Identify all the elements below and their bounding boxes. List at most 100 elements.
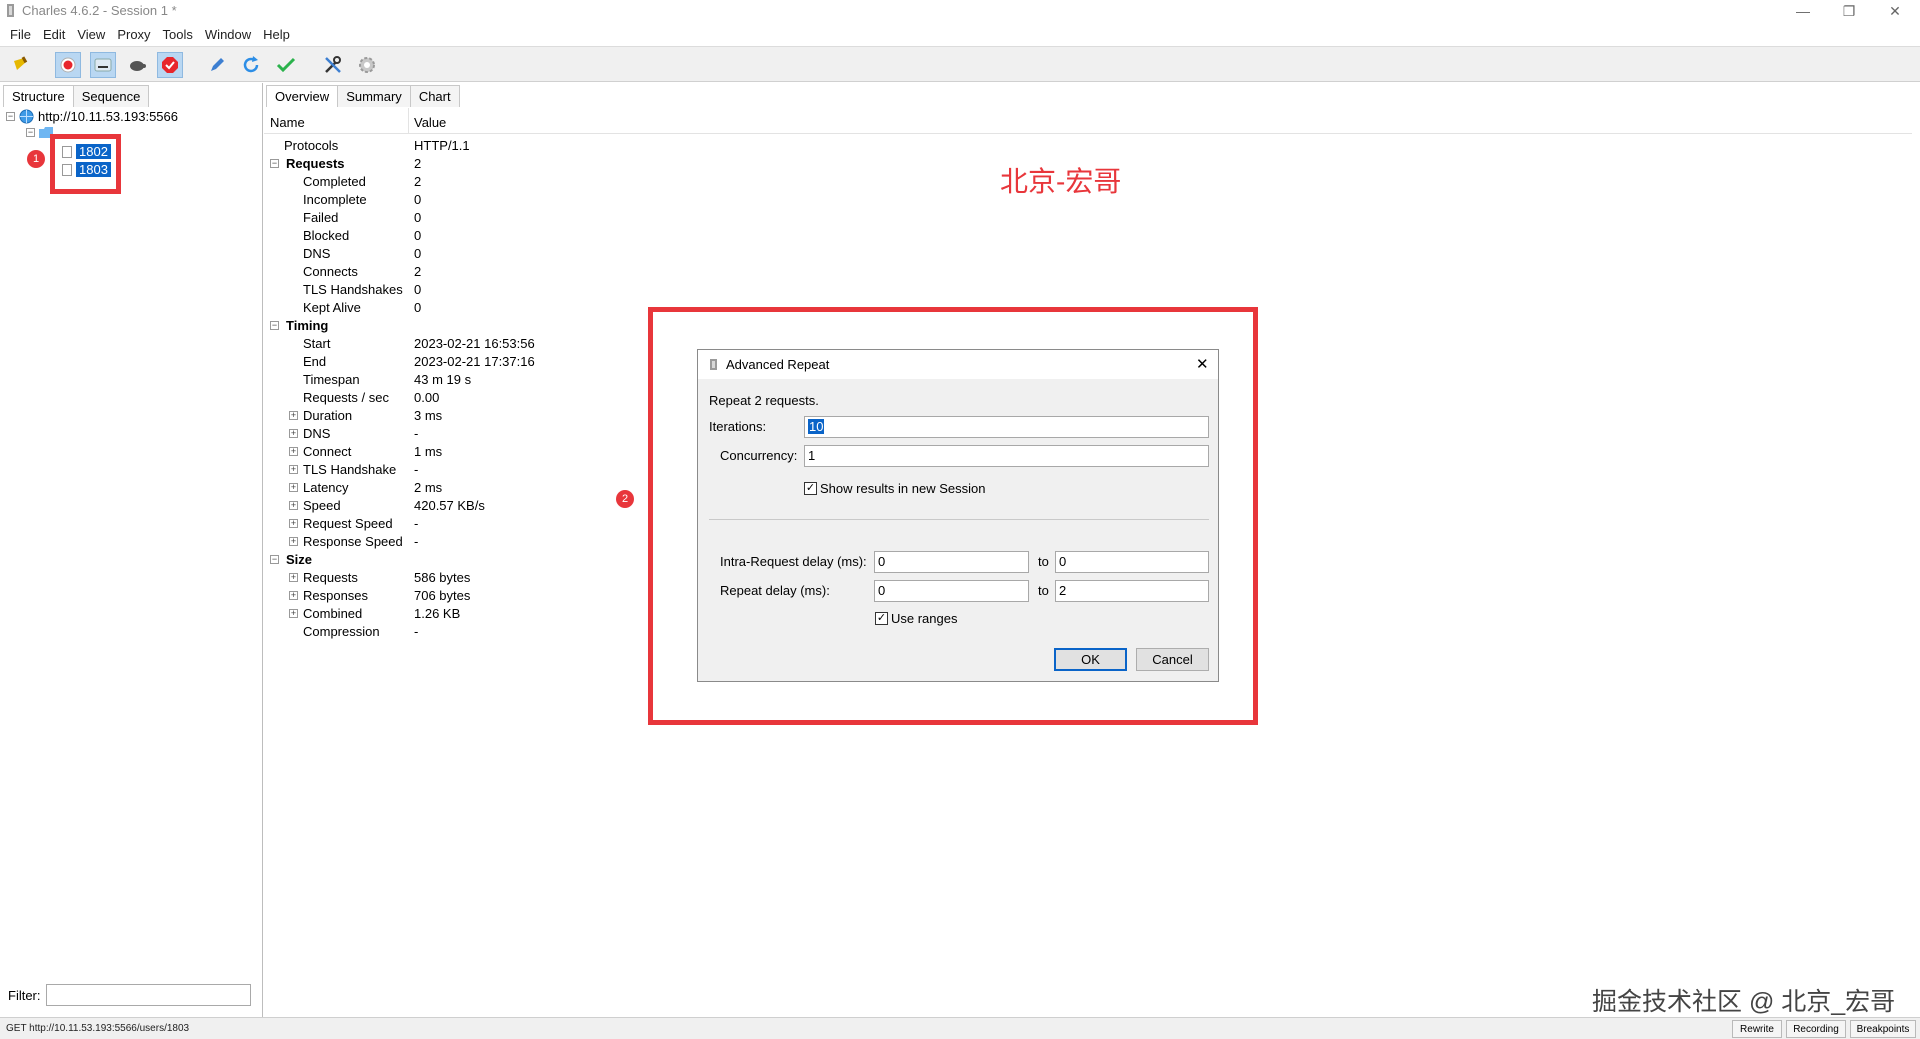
row-name: Requests / sec: [303, 390, 389, 405]
row-value: -: [414, 516, 419, 531]
expand-icon[interactable]: +: [289, 591, 298, 600]
row-name: Start: [303, 336, 331, 351]
row-value: 43 m 19 s: [414, 372, 472, 387]
row-value: 0.00: [414, 390, 440, 405]
repeat-delay-to-input[interactable]: 2: [1055, 580, 1209, 602]
row-name: TLS Handshake: [303, 462, 397, 477]
to-label: to: [1038, 554, 1049, 569]
row-name: Completed: [303, 174, 366, 189]
breakpoint-icon[interactable]: [157, 52, 183, 78]
menu-help[interactable]: Help: [257, 27, 296, 42]
host-label: http://10.11.53.193:5566: [38, 109, 178, 124]
repeat-icon[interactable]: [238, 52, 264, 78]
row-value: 420.57 KB/s: [414, 498, 485, 513]
expand-icon[interactable]: +: [289, 501, 298, 510]
intra-delay-from-input[interactable]: 0: [874, 551, 1029, 573]
toolbar: [0, 46, 1920, 82]
host-node[interactable]: − http://10.11.53.193:5566: [6, 109, 178, 124]
tab-summary[interactable]: Summary: [337, 85, 411, 107]
tab-overview[interactable]: Overview: [266, 85, 339, 107]
row-name: DNS: [303, 426, 331, 441]
row-value: -: [414, 534, 419, 549]
row-name: Responses: [303, 588, 369, 603]
menu-tools[interactable]: Tools: [157, 27, 199, 42]
collapse-icon[interactable]: −: [270, 555, 279, 564]
tab-chart[interactable]: Chart: [409, 85, 460, 107]
broom-icon[interactable]: [8, 52, 34, 78]
menu-proxy[interactable]: Proxy: [111, 27, 156, 42]
minimize-icon[interactable]: —: [1780, 0, 1826, 22]
expand-icon[interactable]: +: [289, 519, 298, 528]
folder-node[interactable]: −: [26, 127, 53, 138]
expand-icon[interactable]: +: [289, 483, 298, 492]
record-icon[interactable]: [55, 52, 81, 78]
column-value[interactable]: Value: [414, 115, 446, 130]
expand-icon[interactable]: +: [289, 429, 298, 438]
row-value: 2: [414, 156, 422, 171]
iterations-input[interactable]: 10: [804, 416, 1209, 438]
row-name: Incomplete: [303, 192, 367, 207]
to-label: to: [1038, 583, 1049, 598]
restore-icon[interactable]: ❐: [1826, 0, 1872, 22]
row-value: 0: [414, 300, 422, 315]
menu-file[interactable]: File: [4, 27, 37, 42]
row-value: 2023-02-21 16:53:56: [414, 336, 535, 351]
repeat-delay-from-input[interactable]: 0: [874, 580, 1029, 602]
cancel-button[interactable]: Cancel: [1136, 648, 1209, 671]
expand-icon[interactable]: +: [289, 465, 298, 474]
breakpoints-button[interactable]: Breakpoints: [1850, 1020, 1916, 1038]
menu-window[interactable]: Window: [199, 27, 257, 42]
row-value: 0: [414, 228, 422, 243]
row-name: Requests: [303, 570, 358, 585]
dialog-title: Advanced Repeat: [726, 357, 830, 372]
use-ranges-label: Use ranges: [891, 611, 958, 626]
compose-icon[interactable]: [204, 52, 230, 78]
close-window-icon[interactable]: ✕: [1872, 0, 1918, 22]
ok-button[interactable]: OK: [1054, 648, 1127, 671]
intra-delay-to-input[interactable]: 0: [1055, 551, 1209, 573]
row-name: Timing: [286, 318, 329, 333]
window-title: Charles 4.6.2 - Session 1 *: [22, 3, 177, 18]
recording-button[interactable]: Recording: [1786, 1020, 1846, 1038]
dialog-divider: [709, 519, 1209, 520]
row-name: Failed: [303, 210, 339, 225]
tools-icon[interactable]: [320, 52, 346, 78]
concurrency-label: Concurrency:: [720, 448, 798, 463]
expand-icon[interactable]: +: [289, 573, 298, 582]
menu-edit[interactable]: Edit: [37, 27, 71, 42]
row-value: 0: [414, 210, 422, 225]
row-name: Duration: [303, 408, 353, 423]
rewrite-button[interactable]: Rewrite: [1732, 1020, 1782, 1038]
close-icon[interactable]: ✕: [1196, 355, 1209, 373]
turtle-icon[interactable]: [124, 52, 150, 78]
tab-structure[interactable]: Structure: [3, 85, 74, 107]
collapse-icon[interactable]: −: [270, 321, 279, 330]
use-ranges-checkbox[interactable]: ✓: [875, 612, 888, 625]
collapse-icon[interactable]: −: [270, 159, 279, 168]
row-value: 586 bytes: [414, 570, 471, 585]
collapse-icon[interactable]: −: [6, 112, 15, 121]
row-name: Connects: [303, 264, 358, 279]
concurrency-input[interactable]: 1: [804, 445, 1209, 467]
row-name: Protocols: [284, 138, 339, 153]
expand-icon[interactable]: +: [289, 447, 298, 456]
collapse-icon[interactable]: −: [26, 128, 35, 137]
settings-icon[interactable]: [354, 52, 380, 78]
title-bar: Charles 4.6.2 - Session 1 * — ❐ ✕: [0, 0, 1920, 22]
menu-view[interactable]: View: [71, 27, 111, 42]
expand-icon[interactable]: +: [289, 411, 298, 420]
column-name[interactable]: Name: [270, 115, 305, 130]
column-divider[interactable]: [408, 108, 409, 134]
tab-sequence[interactable]: Sequence: [72, 85, 150, 107]
advanced-repeat-dialog: Advanced Repeat ✕ Repeat 2 requests. Ite…: [697, 349, 1219, 682]
badge-2: 2: [616, 490, 634, 508]
show-results-checkbox[interactable]: ✓: [804, 482, 817, 495]
expand-icon[interactable]: +: [289, 609, 298, 618]
row-value: -: [414, 624, 419, 639]
status-text: GET http://10.11.53.193:5566/users/1803: [6, 1023, 190, 1034]
validate-icon[interactable]: [273, 52, 299, 78]
throttle-icon[interactable]: [90, 52, 116, 78]
menu-bar: File Edit View Proxy Tools Window Help: [0, 23, 1920, 45]
filter-input[interactable]: [46, 984, 251, 1006]
expand-icon[interactable]: +: [289, 537, 298, 546]
